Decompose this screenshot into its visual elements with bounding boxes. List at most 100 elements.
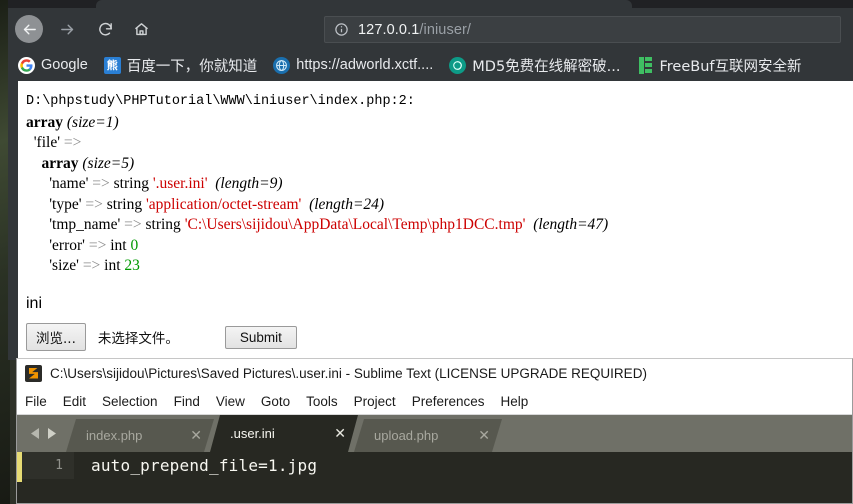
menu-item-project[interactable]: Project [354,394,396,409]
editor-tab-upload-php[interactable]: upload.php ✕ [354,419,502,452]
chevron-right-icon[interactable] [45,427,57,440]
bookmark-label: https://adworld.xctf.... [296,57,434,73]
editor-tab-user-ini[interactable]: .user.ini ✕ [210,415,358,452]
close-icon[interactable]: ✕ [334,425,346,442]
dump-row-type: int [104,257,121,274]
dump-row-value: 'C:\Users\sijidou\AppData\Local\Temp\php… [184,216,526,233]
dump-root-type: array [26,113,64,131]
bookmark-google[interactable]: Google [18,56,88,74]
menu-item-tools[interactable]: Tools [306,394,338,409]
dump-arrow: => [88,236,107,254]
dump-row-key: 'error' [49,236,85,254]
var-dump-output: D:\phpstudy\PHPTutorial\WWW\iniuser\inde… [26,90,853,277]
dump-row-type: string [106,195,143,213]
dump-arrow: => [85,195,103,213]
dump-path-line: D:\phpstudy\PHPTutorial\WWW\iniuser\inde… [26,94,415,109]
baidu-icon: 熊 [103,56,121,74]
dump-row-meta: (length=24) [309,195,385,213]
menu-item-goto[interactable]: Goto [261,394,290,409]
bookmark-label: FreeBuf互联网安全新 [659,58,802,75]
dump-arrow: => [92,175,110,192]
url-path: /iniuser/ [419,21,472,38]
form-label-ini: ini [26,295,43,312]
code-line-1[interactable]: auto_prepend_file=1.jpg [74,452,317,479]
dump-row-key: 'tmp_name' [49,216,121,233]
dump-root-size: (size=1) [66,113,119,131]
info-circle-icon[interactable] [334,22,349,37]
menu-item-help[interactable]: Help [501,394,529,409]
sublime-title-bar[interactable]: C:\Users\sijidou\Pictures\Saved Pictures… [17,359,852,388]
dump-arrow: => [82,257,101,274]
dump-row-value: 0 [130,236,139,254]
bookmarks-bar: Google 熊 百度一下，你就知道 https://adworld.xctf.… [8,50,853,80]
url-host: 127.0.0.1 [358,21,420,38]
close-icon[interactable]: ✕ [190,427,202,444]
bookmark-md5[interactable]: MD5免费在线解密破... [449,55,621,76]
reload-icon[interactable] [91,15,119,43]
upload-form: ini 浏览... 未选择文件。 Submit [26,295,297,351]
sublime-title-text: C:\Users\sijidou\Pictures\Saved Pictures… [50,365,647,381]
bookmark-label: MD5免费在线解密破... [472,58,621,75]
dump-inner-type: array [41,154,79,172]
bookmark-baidu[interactable]: 熊 百度一下，你就知道 [103,55,258,76]
bookmark-label: Google [41,57,88,73]
menu-item-edit[interactable]: Edit [63,394,86,409]
dump-row-value: 'application/octet-stream' [145,195,302,213]
menu-item-view[interactable]: View [216,394,245,409]
dump-inner-size: (size=5) [82,154,135,172]
dump-row-type: string [145,216,181,233]
bookmark-adworld[interactable]: https://adworld.xctf.... [273,56,434,74]
md5-icon [449,56,467,74]
dump-row-key: 'size' [49,257,79,274]
dump-row-key: 'name' [49,175,89,192]
browser-tab[interactable] [96,0,632,8]
browser-tabstrip[interactable] [8,0,853,8]
dump-row-key: 'type' [49,195,82,213]
address-bar-text[interactable]: 127.0.0.1/iniuser/ [358,22,471,38]
menu-item-find[interactable]: Find [174,394,200,409]
dump-row-type: int [110,236,127,254]
page-viewport: D:\phpstudy\PHPTutorial\WWW\iniuser\inde… [18,81,853,360]
sublime-tab-bar: index.php ✕ .user.ini ✕ upload.php ✕ [17,415,852,452]
back-arrow-icon[interactable] [15,15,43,43]
home-icon[interactable] [127,15,155,43]
chevron-left-icon[interactable] [30,427,42,440]
sublime-text-icon [25,364,42,382]
address-bar[interactable]: 127.0.0.1/iniuser/ [324,16,841,43]
dump-arrow: => [63,134,82,151]
forward-arrow-icon[interactable] [53,15,81,43]
menu-item-file[interactable]: File [25,394,47,409]
dump-row-type: string [113,175,149,192]
file-input[interactable]: 浏览... 未选择文件。 [26,323,179,351]
menu-item-selection[interactable]: Selection [102,394,158,409]
sublime-editor[interactable]: 1 auto_prepend_file=1.jpg [17,452,852,503]
tab-label: upload.php [374,428,439,443]
dump-row-value: 23 [124,257,140,274]
bookmark-freebuf[interactable]: FreeBuf互联网安全新 [637,55,802,76]
browser-toolbar: 127.0.0.1/iniuser/ [8,8,853,50]
tab-label: index.php [86,428,143,443]
tab-label: .user.ini [230,426,275,441]
browser-window: 127.0.0.1/iniuser/ Google 熊 百度一下，你就知道 ht… [8,0,853,360]
screen: 127.0.0.1/iniuser/ Google 熊 百度一下，你就知道 ht… [0,0,853,504]
globe-icon [273,56,291,74]
dump-row-meta: (length=47) [533,216,609,233]
browse-button[interactable]: 浏览... [26,323,86,351]
bookmark-label: 百度一下，你就知道 [126,58,258,75]
tab-nav-arrows[interactable] [21,415,66,452]
form-controls-row: 浏览... 未选择文件。 Submit [26,323,297,351]
editor-tab-index-php[interactable]: index.php ✕ [66,419,214,452]
dump-row-value: '.user.ini' [152,175,208,192]
menu-item-preferences[interactable]: Preferences [412,394,485,409]
submit-button[interactable]: Submit [224,325,297,349]
line-number: 1 [17,452,74,479]
dump-row-meta: (length=9) [215,175,283,192]
close-icon[interactable]: ✕ [478,427,490,444]
freebuf-icon [637,56,654,74]
sublime-menu-bar: File Edit Selection Find View Goto Tools… [17,388,852,415]
file-status-text: 未选择文件。 [97,331,179,347]
dump-arrow: => [124,216,142,233]
modified-file-marker [17,452,22,482]
google-icon [18,56,35,74]
sublime-text-window: C:\Users\sijidou\Pictures\Saved Pictures… [16,358,853,504]
